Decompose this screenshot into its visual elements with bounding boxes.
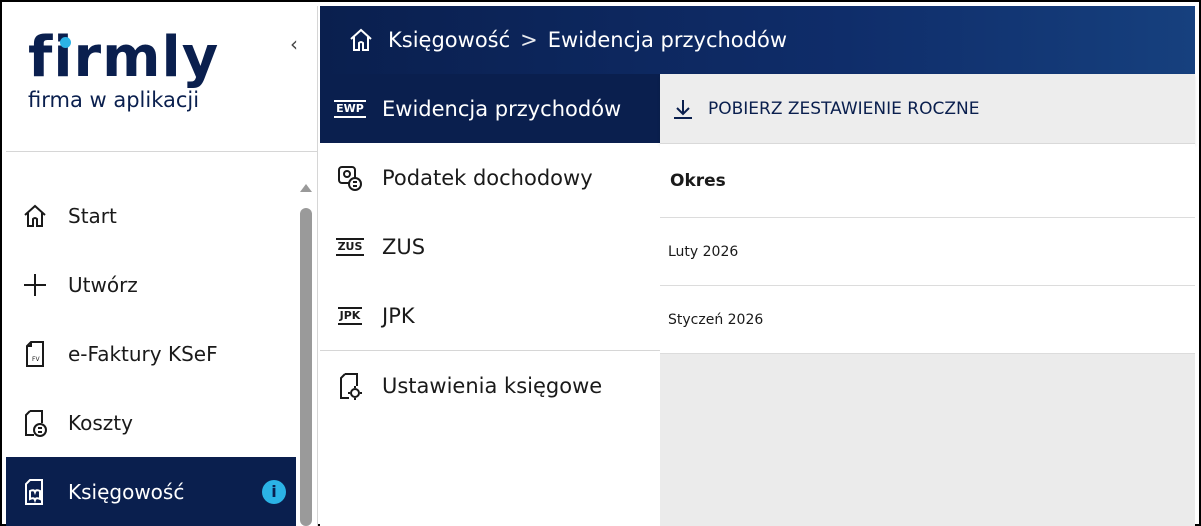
home-icon[interactable]	[348, 27, 374, 53]
logo-dot	[60, 37, 71, 48]
submenu-item-income-tax[interactable]: Podatek dochodowy	[320, 143, 660, 212]
info-icon[interactable]: i	[262, 479, 286, 504]
invoice-fv-icon: FV	[20, 339, 50, 369]
submenu-item-label: Podatek dochodowy	[382, 165, 593, 190]
costs-document-icon	[20, 408, 50, 438]
breadcrumb-root[interactable]: Księgowość	[388, 28, 510, 52]
sidebar: firmly firma w aplikacji ‹ Start Utwórz …	[6, 6, 318, 526]
breadcrumb-separator: >	[520, 28, 538, 52]
divider	[6, 151, 318, 152]
submenu-item-label: JPK	[382, 303, 415, 328]
ewp-icon: EWP	[332, 99, 368, 118]
accounting-settings-icon	[332, 372, 368, 400]
jpk-icon: JPK	[332, 306, 368, 325]
submenu-item-label: Ustawienia księgowe	[382, 373, 603, 398]
logo[interactable]: firmly firma w aplikacji	[28, 25, 220, 113]
sidebar-item-label: Utwórz	[68, 272, 138, 297]
accounting-submenu: EWP Ewidencja przychodów Podatek dochodo…	[320, 74, 660, 526]
svg-text:FV: FV	[32, 356, 40, 363]
sidebar-item-accounting[interactable]: Księgowość i	[6, 457, 296, 526]
submenu-item-zus[interactable]: ZUS ZUS	[320, 212, 660, 281]
collapse-sidebar-button[interactable]: ‹	[290, 32, 298, 56]
logo-subtitle: firma w aplikacji	[28, 88, 200, 112]
submenu-item-jpk[interactable]: JPK JPK	[320, 281, 660, 350]
submenu-item-label: ZUS	[382, 234, 426, 259]
column-header-period[interactable]: Okres	[660, 144, 1195, 218]
sidebar-item-label: Koszty	[68, 410, 133, 435]
sidebar-item-label: Księgowość	[68, 479, 185, 504]
breadcrumb-current: Ewidencja przychodów	[547, 28, 787, 52]
period-cell: Luty 2026	[668, 243, 739, 260]
logo-wordmark: firmly	[28, 25, 220, 90]
sidebar-item-start[interactable]: Start	[6, 181, 296, 250]
table-row[interactable]: Luty 2026	[660, 218, 1195, 286]
home-icon	[20, 201, 50, 231]
income-tax-icon	[332, 164, 368, 192]
sidebar-item-efaktury-ksef[interactable]: FV e-Faktury KSeF	[6, 319, 296, 388]
sidebar-nav: Start Utwórz FV e-Faktury KSeF Koszty Ks…	[6, 181, 296, 526]
sidebar-item-costs[interactable]: Koszty	[6, 388, 296, 457]
periods-table: Okres Luty 2026 Styczeń 2026	[660, 144, 1195, 354]
toolbar: POBIERZ ZESTAWIENIE ROCZNE	[660, 74, 1195, 144]
sidebar-item-create[interactable]: Utwórz	[6, 250, 296, 319]
zus-icon: ZUS	[332, 237, 368, 256]
submenu-item-label: Ewidencja przychodów	[382, 96, 622, 121]
sidebar-item-label: Start	[68, 203, 117, 228]
download-annual-summary-button[interactable]: POBIERZ ZESTAWIENIE ROCZNE	[672, 98, 979, 120]
plus-icon	[20, 270, 50, 300]
main-content: POBIERZ ZESTAWIENIE ROCZNE Okres Luty 20…	[660, 74, 1195, 526]
submenu-item-accounting-settings[interactable]: Ustawienia księgowe	[320, 351, 660, 420]
scroll-thumb[interactable]	[300, 208, 312, 526]
table-row[interactable]: Styczeń 2026	[660, 286, 1195, 354]
header-bar: Księgowość > Ewidencja przychodów	[320, 6, 1195, 74]
download-icon	[674, 99, 692, 119]
download-button-label: POBIERZ ZESTAWIENIE ROCZNE	[708, 98, 980, 119]
accounting-book-icon	[20, 477, 50, 507]
sidebar-item-label: e-Faktury KSeF	[68, 341, 218, 366]
scroll-up-arrow-icon[interactable]	[300, 184, 312, 192]
period-cell: Styczeń 2026	[668, 311, 764, 328]
submenu-item-revenue-register[interactable]: EWP Ewidencja przychodów	[320, 74, 660, 143]
sidebar-scrollbar[interactable]	[298, 184, 314, 526]
